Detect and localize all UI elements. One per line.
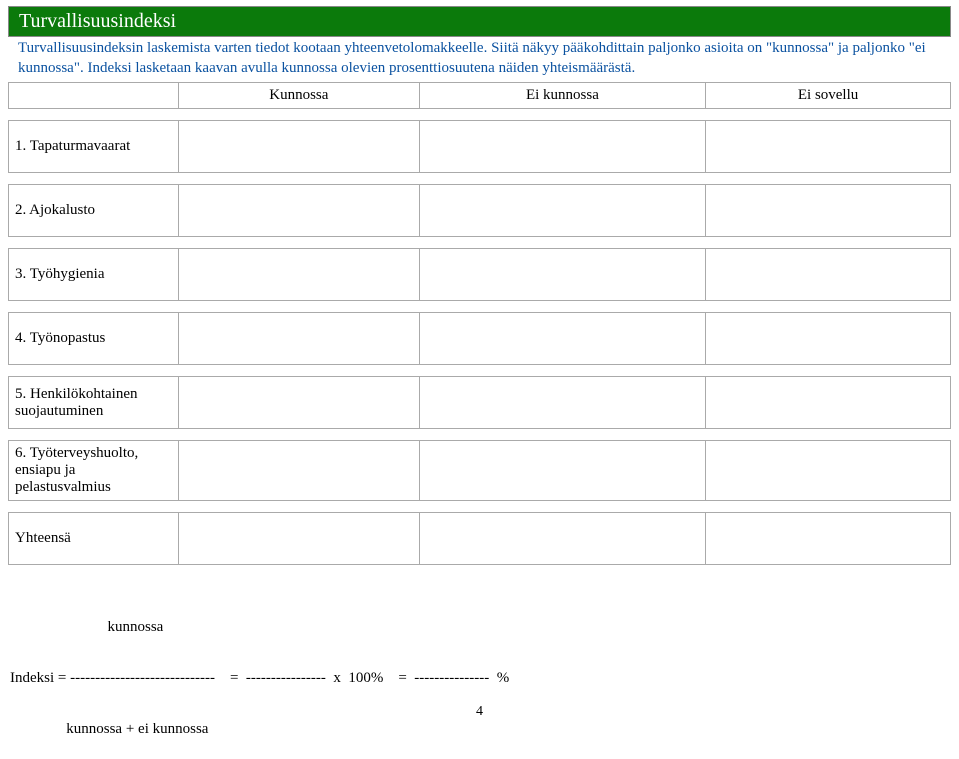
index-table: Kunnossa Ei kunnossa Ei sovellu 1. Tapat… [8, 82, 951, 565]
cell [179, 185, 420, 237]
row-label: 4. Työnopastus [9, 313, 179, 365]
cell [419, 185, 706, 237]
intro-text: Turvallisuusindeksin laskemista varten t… [8, 37, 951, 82]
formula-block: kunnossa Indeksi = ---------------------… [0, 565, 959, 759]
cell [706, 377, 951, 429]
row-label: Yhteensä [9, 513, 179, 565]
row-label: 2. Ajokalusto [9, 185, 179, 237]
cell [419, 121, 706, 173]
cell [179, 377, 420, 429]
col-ei-sovellu: Ei sovellu [706, 83, 951, 109]
table-row: 5. Henkilökohtainen suojautuminen [9, 377, 951, 429]
formula-line: kunnossa + ei kunnossa [10, 721, 949, 738]
cell [419, 513, 706, 565]
cell [179, 441, 420, 501]
cell [706, 513, 951, 565]
row-label: 5. Henkilökohtainen suojautuminen [9, 377, 179, 429]
cell [706, 313, 951, 365]
page-number: 4 [0, 704, 959, 720]
cell [179, 313, 420, 365]
cell [179, 249, 420, 301]
table-header-row: Kunnossa Ei kunnossa Ei sovellu [9, 83, 951, 109]
page-title: Turvallisuusindeksi [8, 6, 951, 37]
table-row: Yhteensä [9, 513, 951, 565]
table-row: 4. Työnopastus [9, 313, 951, 365]
formula-line: Indeksi = ----------------------------- … [10, 670, 949, 687]
table-row: 1. Tapaturmavaarat [9, 121, 951, 173]
table-row: 6. Työterveyshuolto, ensiapu ja pelastus… [9, 441, 951, 501]
cell [419, 249, 706, 301]
table-row: 3. Työhygienia [9, 249, 951, 301]
table-header-empty [9, 83, 179, 109]
cell [179, 121, 420, 173]
col-ei-kunnossa: Ei kunnossa [419, 83, 706, 109]
row-label: 6. Työterveyshuolto, ensiapu ja pelastus… [9, 441, 179, 501]
row-label: 3. Työhygienia [9, 249, 179, 301]
table-row: 2. Ajokalusto [9, 185, 951, 237]
cell [706, 441, 951, 501]
cell [419, 377, 706, 429]
row-label: 1. Tapaturmavaarat [9, 121, 179, 173]
cell [706, 185, 951, 237]
cell [706, 121, 951, 173]
cell [179, 513, 420, 565]
cell [419, 313, 706, 365]
cell [419, 441, 706, 501]
col-kunnossa: Kunnossa [179, 83, 420, 109]
cell [706, 249, 951, 301]
formula-line: kunnossa [10, 619, 949, 636]
